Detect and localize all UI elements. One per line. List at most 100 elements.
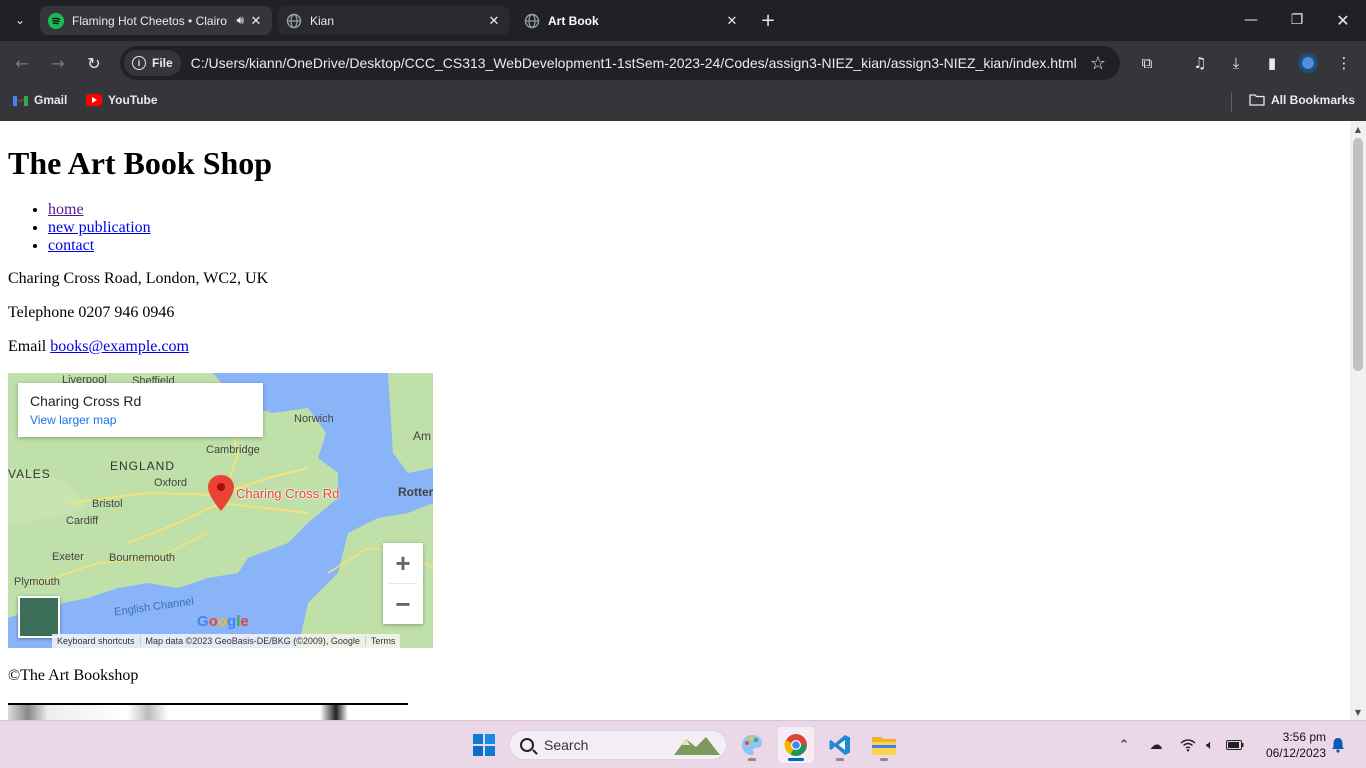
app-running-indicator bbox=[880, 758, 888, 761]
tab-art-book[interactable]: Art Book ✕ bbox=[516, 6, 748, 35]
close-tab-icon[interactable]: ✕ bbox=[724, 13, 740, 29]
nav-list: home new publication contact bbox=[48, 201, 151, 255]
profile-avatar[interactable] bbox=[1296, 51, 1320, 75]
search-placeholder: Search bbox=[544, 737, 589, 753]
address-bar[interactable]: i File C:/Users/kiann/OneDrive/Desktop/C… bbox=[120, 46, 1120, 80]
vscode-icon[interactable] bbox=[822, 727, 858, 763]
email-line: Email books@example.com bbox=[8, 338, 189, 356]
app-running-indicator bbox=[748, 758, 756, 761]
paint-icon[interactable] bbox=[734, 727, 770, 763]
map-label: Cambridge bbox=[206, 444, 260, 456]
forward-arrow-icon[interactable]: → bbox=[46, 51, 70, 75]
map-zoom-controls: + − bbox=[383, 543, 423, 624]
notification-bell-icon[interactable] bbox=[1328, 735, 1348, 755]
chevron-up-icon[interactable]: ⌃ bbox=[1114, 735, 1134, 755]
media-control-icon[interactable]: ♫ bbox=[1188, 51, 1212, 75]
speaker-icon[interactable]: 🔊︎ bbox=[236, 13, 244, 28]
clock-time: 3:56 pm bbox=[1282, 730, 1326, 744]
globe-icon bbox=[286, 13, 302, 29]
tab-strip: ⌄ Flaming Hot Cheetos • Clairo 🔊︎ ✕ Kian… bbox=[0, 0, 1366, 41]
back-arrow-icon[interactable]: ← bbox=[10, 51, 34, 75]
info-icon: i bbox=[132, 56, 146, 70]
all-bookmarks[interactable]: All Bookmarks bbox=[1249, 93, 1355, 107]
map-label: Rotter bbox=[398, 485, 433, 499]
wifi-icon[interactable] bbox=[1178, 735, 1198, 755]
tab-title: Flaming Hot Cheetos • Clairo bbox=[72, 13, 227, 28]
download-icon[interactable]: ⤓ bbox=[1224, 51, 1248, 75]
art-image bbox=[8, 703, 408, 720]
terms-link[interactable]: Terms bbox=[366, 636, 401, 646]
scroll-up-arrow-icon[interactable]: ▲ bbox=[1350, 121, 1366, 137]
map-label: Plymouth bbox=[14, 576, 60, 588]
onedrive-cloud-icon[interactable]: ☁ bbox=[1146, 735, 1166, 755]
map-label: Bristol bbox=[92, 498, 123, 510]
map-label: Am bbox=[413, 429, 431, 443]
nav-item-contact: contact bbox=[48, 237, 151, 255]
windows-taskbar: Search ⌃ ☁ 🔈︎ 3:56 pm 06/12/2023 bbox=[0, 720, 1366, 768]
bookmark-star-icon[interactable]: ☆ bbox=[1090, 53, 1106, 74]
view-larger-map-link[interactable]: View larger map bbox=[30, 413, 251, 427]
tab-title: Art Book bbox=[548, 13, 599, 28]
zoom-out-button[interactable]: − bbox=[383, 584, 423, 624]
email-label: Email bbox=[8, 338, 47, 355]
scroll-down-arrow-icon[interactable]: ▼ bbox=[1350, 704, 1366, 720]
nav-link-contact[interactable]: contact bbox=[48, 237, 94, 254]
system-clock[interactable]: 3:56 pm 06/12/2023 bbox=[1256, 729, 1326, 761]
footer-copyright: ©The Art Bookshop bbox=[8, 667, 139, 684]
search-icon bbox=[520, 738, 534, 752]
file-explorer-icon[interactable] bbox=[866, 727, 902, 763]
clock-date: 06/12/2023 bbox=[1265, 746, 1326, 760]
reload-icon[interactable]: ↻ bbox=[82, 51, 106, 75]
close-tab-icon[interactable]: ✕ bbox=[248, 13, 264, 29]
page-scrollbar[interactable]: ▲ ▼ bbox=[1350, 121, 1366, 720]
map-label: Norwich bbox=[294, 413, 334, 425]
nav-item-new-publication: new publication bbox=[48, 219, 151, 237]
youtube-icon bbox=[86, 94, 102, 106]
google-logo: Google bbox=[197, 613, 249, 630]
taskbar-search[interactable]: Search bbox=[509, 730, 727, 760]
tab-search-chevron-icon[interactable]: ⌄ bbox=[8, 8, 32, 32]
new-tab-plus-icon[interactable]: + bbox=[758, 10, 778, 31]
globe-icon bbox=[524, 13, 540, 29]
app-running-indicator bbox=[836, 758, 844, 761]
app-active-indicator bbox=[788, 758, 804, 761]
tab-spotify[interactable]: Flaming Hot Cheetos • Clairo 🔊︎ ✕ bbox=[40, 6, 272, 35]
extensions-icon[interactable]: ⧉ bbox=[1135, 51, 1159, 75]
side-panel-icon[interactable]: ▮ bbox=[1260, 51, 1284, 75]
tab-title: Kian bbox=[310, 13, 335, 28]
map-marker-label: Charing Cross Rd bbox=[236, 486, 340, 501]
site-chip-label: File bbox=[152, 56, 173, 70]
restore-icon[interactable]: ❐ bbox=[1282, 8, 1312, 32]
telephone-label: Telephone bbox=[8, 304, 75, 321]
map-layer-toggle[interactable] bbox=[18, 596, 60, 638]
chrome-icon[interactable] bbox=[778, 727, 814, 763]
site-info-chip[interactable]: i File bbox=[124, 50, 181, 76]
map-data-text: Map data ©2023 GeoBasis-DE/BKG (©2009), … bbox=[141, 636, 366, 646]
bookmark-label: Gmail bbox=[34, 93, 68, 107]
nav-link-new-publication[interactable]: new publication bbox=[48, 219, 151, 236]
map-label: Exeter bbox=[52, 551, 84, 563]
tab-kian[interactable]: Kian ✕ bbox=[278, 6, 510, 35]
menu-kebab-icon[interactable]: ⋮ bbox=[1332, 51, 1356, 75]
page-viewport: The Art Book Shop home new publication c… bbox=[0, 121, 1350, 720]
bookmark-youtube[interactable]: YouTube bbox=[86, 93, 158, 107]
toolbar: ← → ↻ i File C:/Users/kiann/OneDrive/Des… bbox=[0, 41, 1366, 85]
url-text[interactable]: C:/Users/kiann/OneDrive/Desktop/CCC_CS31… bbox=[191, 55, 1077, 71]
battery-icon[interactable] bbox=[1225, 735, 1245, 755]
email-link[interactable]: books@example.com bbox=[50, 338, 189, 355]
telephone-line: Telephone 0207 946 0946 bbox=[8, 304, 174, 322]
bookmark-gmail[interactable]: Gmail bbox=[12, 93, 67, 107]
close-tab-icon[interactable]: ✕ bbox=[486, 13, 502, 29]
minimize-icon[interactable]: — bbox=[1236, 8, 1266, 32]
scroll-thumb[interactable] bbox=[1353, 138, 1363, 371]
map-label: ENGLAND bbox=[110, 459, 176, 473]
address-text: Charing Cross Road, London, WC2, UK bbox=[8, 270, 269, 287]
zoom-in-button[interactable]: + bbox=[383, 543, 423, 583]
keyboard-shortcuts-link[interactable]: Keyboard shortcuts bbox=[52, 636, 141, 646]
close-window-icon[interactable]: ✕ bbox=[1328, 8, 1358, 32]
nav-link-home[interactable]: home bbox=[48, 201, 84, 218]
map-label: VALES bbox=[8, 467, 51, 481]
embedded-map[interactable]: Liverpool Sheffield Norwich Am Cambridge… bbox=[8, 373, 433, 648]
windows-start-icon[interactable] bbox=[466, 727, 502, 763]
volume-icon[interactable]: 🔈︎ bbox=[1200, 735, 1220, 755]
